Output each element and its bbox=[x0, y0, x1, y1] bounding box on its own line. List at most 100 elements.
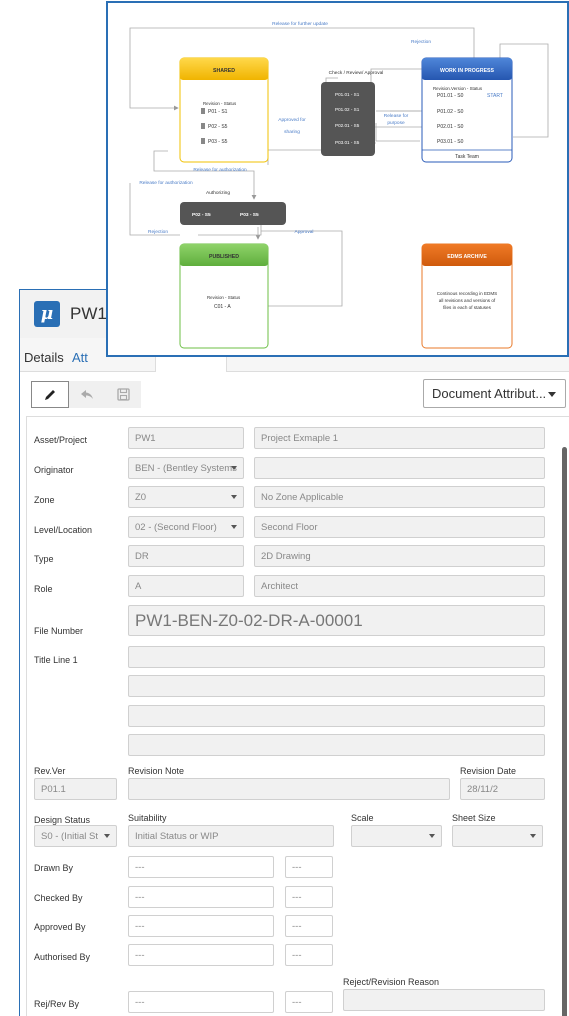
sheet-size-select[interactable] bbox=[452, 825, 543, 847]
wip-header-text: Revision.Version - Status bbox=[433, 86, 483, 91]
chevron-down-icon bbox=[548, 392, 556, 397]
flow-label-release-purpose-1: Release for bbox=[384, 113, 409, 119]
flow-label-sharing: sharing bbox=[284, 129, 300, 135]
tab-attributes[interactable]: Att bbox=[72, 344, 88, 372]
rej-rev-by-date-field[interactable]: --- bbox=[285, 991, 333, 1013]
shared-header-text: Revision - Status bbox=[203, 101, 237, 106]
document-attribute-select[interactable]: Document Attribut... bbox=[423, 379, 566, 408]
zone-name-field[interactable]: No Zone Applicable bbox=[254, 486, 545, 508]
document-attribute-select-value: Document Attribut... bbox=[432, 386, 547, 401]
flow-label-release-auth-1: Release for authorization bbox=[193, 167, 247, 173]
edit-button[interactable] bbox=[31, 381, 69, 408]
published-item: C01 - A bbox=[214, 304, 231, 310]
published-header-text: Revision - Status bbox=[207, 295, 241, 300]
originator-label: Originator bbox=[34, 465, 74, 475]
originator-name-field[interactable] bbox=[254, 457, 545, 479]
archive-line: files in each of statuses bbox=[443, 305, 491, 310]
authorised-by-field[interactable]: --- bbox=[128, 944, 274, 966]
level-location-select[interactable]: 02 - (Second Floor) bbox=[128, 516, 244, 538]
flow-label-approval: Approval bbox=[295, 229, 314, 235]
title-line-1-field[interactable] bbox=[128, 646, 545, 668]
rej-rev-by-label: Rej/Rev By bbox=[34, 999, 80, 1009]
attribute-form: Asset/Project PW1 Project Exmaple 1 Orig… bbox=[26, 416, 569, 1016]
save-button[interactable] bbox=[105, 381, 141, 408]
flow-label-release-auth-2: Release for authorization bbox=[139, 180, 193, 186]
approved-by-date-field[interactable]: --- bbox=[285, 915, 333, 937]
role-label: Role bbox=[34, 584, 53, 594]
scrollbar[interactable] bbox=[562, 447, 567, 1016]
archive-line: all revisions and versions of bbox=[439, 298, 496, 303]
wip-item: P01.01 - S0 bbox=[437, 93, 464, 99]
revision-date-label: Revision Date bbox=[460, 766, 517, 776]
rev-ver-field[interactable]: P01.1 bbox=[34, 778, 117, 800]
wip-item: P03.01 - S0 bbox=[437, 139, 464, 145]
asset-project-label: Asset/Project bbox=[34, 435, 88, 445]
reply-arrow-icon bbox=[81, 389, 93, 399]
shared-item: P03 - S5 bbox=[208, 139, 228, 145]
document-window: μ PW1-B Details Att Document Attribut...… bbox=[19, 289, 569, 1016]
checked-by-label: Checked By bbox=[34, 893, 83, 903]
drawn-by-date-field[interactable]: --- bbox=[285, 856, 333, 878]
role-name-field[interactable]: Architect bbox=[254, 575, 545, 597]
zone-select[interactable]: Z0 bbox=[128, 486, 244, 508]
file-number-field[interactable]: PW1-BEN-Z0-02-DR-A-00001 bbox=[128, 605, 545, 636]
asset-project-name-field[interactable]: Project Exmaple 1 bbox=[254, 427, 545, 449]
design-status-select[interactable]: S0 - (Initial St bbox=[34, 825, 117, 847]
originator-select[interactable]: BEN - (Bentley Systems bbox=[128, 457, 244, 479]
title-line-2-field[interactable] bbox=[128, 675, 545, 697]
shared-item: P01 - S1 bbox=[208, 109, 228, 115]
authorize-item: P03 - S5 bbox=[240, 212, 259, 218]
shared-item: P02 - S5 bbox=[208, 124, 228, 130]
rej-rev-by-field[interactable]: --- bbox=[128, 991, 274, 1013]
toolbar: Document Attribut... bbox=[20, 379, 569, 413]
type-name-field[interactable]: 2D Drawing bbox=[254, 545, 545, 567]
undo-button[interactable] bbox=[69, 381, 105, 408]
revision-note-field[interactable] bbox=[128, 778, 450, 800]
review-item: P03.01 - S5 bbox=[335, 140, 360, 145]
rev-ver-label: Rev.Ver bbox=[34, 766, 66, 776]
drawn-by-field[interactable]: --- bbox=[128, 856, 274, 878]
title-line-3-field[interactable] bbox=[128, 705, 545, 727]
type-code-field[interactable]: DR bbox=[128, 545, 244, 567]
review-item: P01.01 - S1 bbox=[335, 92, 360, 97]
file-number-label: File Number bbox=[34, 626, 84, 636]
checked-by-date-field[interactable]: --- bbox=[285, 886, 333, 908]
floppy-disk-icon bbox=[116, 388, 130, 401]
level-location-name-field[interactable]: Second Floor bbox=[254, 516, 545, 538]
suitability-label: Suitability bbox=[128, 813, 167, 823]
drawn-by-label: Drawn By bbox=[34, 863, 74, 873]
file-icon bbox=[201, 108, 205, 114]
flow-label-authorizing: Authorizing bbox=[206, 190, 230, 196]
scale-label: Scale bbox=[351, 813, 374, 823]
revision-date-field[interactable]: 28/11/2 bbox=[460, 778, 545, 800]
approved-by-label: Approved By bbox=[34, 922, 86, 932]
scale-select[interactable] bbox=[351, 825, 442, 847]
reject-reason-field[interactable] bbox=[343, 989, 545, 1011]
workflow-diagram: Release for further update Rejection Che… bbox=[106, 1, 569, 357]
pencil-icon bbox=[45, 389, 55, 400]
role-code-field[interactable]: A bbox=[128, 575, 244, 597]
wip-title: WORK IN PROGRESS bbox=[440, 68, 494, 74]
file-icon bbox=[201, 123, 205, 129]
asset-project-code-field[interactable]: PW1 bbox=[128, 427, 244, 449]
zone-label: Zone bbox=[34, 495, 55, 505]
tab-details[interactable]: Details bbox=[24, 344, 64, 372]
wip-item: P02.01 - S0 bbox=[437, 124, 464, 130]
archive-title: EDMS ARCHIVE bbox=[447, 254, 487, 260]
task-team-label: Task Team bbox=[455, 154, 479, 160]
published-title: PUBLISHED bbox=[209, 254, 239, 260]
authorised-by-date-field[interactable]: --- bbox=[285, 944, 333, 966]
authorize-item: P02 - S5 bbox=[192, 212, 211, 218]
flow-label-release-purpose-2: purpose bbox=[387, 120, 405, 126]
file-icon bbox=[201, 138, 205, 144]
sheet-size-label: Sheet Size bbox=[452, 813, 496, 823]
title-line-4-field[interactable] bbox=[128, 734, 545, 756]
authorised-by-label: Authorised By bbox=[34, 952, 91, 962]
start-label: START bbox=[487, 93, 503, 99]
review-item: P01.02 - S1 bbox=[335, 107, 360, 112]
flow-label-release-further: Release for further update bbox=[272, 21, 328, 27]
suitability-field[interactable]: Initial Status or WIP bbox=[128, 825, 334, 847]
app-logo-icon: μ bbox=[34, 301, 60, 327]
approved-by-field[interactable]: --- bbox=[128, 915, 274, 937]
checked-by-field[interactable]: --- bbox=[128, 886, 274, 908]
